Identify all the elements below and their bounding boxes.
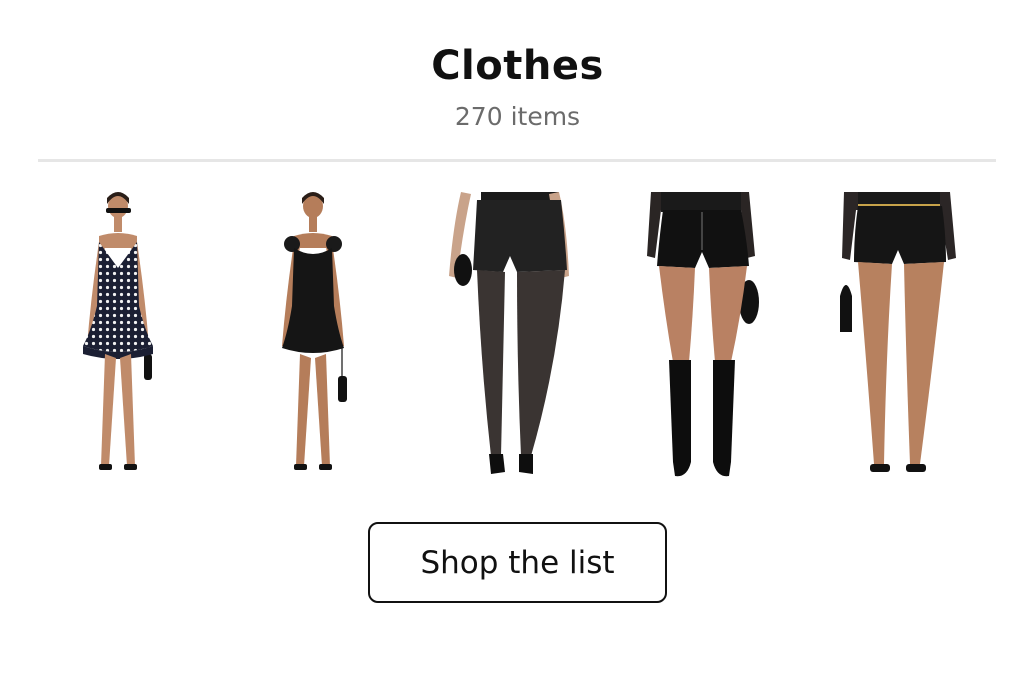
polka-dot-dress-product-image [83,192,153,470]
product-card-leather-shorts[interactable] [617,186,797,488]
list-title: Clothes [431,43,604,89]
product-card-micro-shorts[interactable] [810,186,990,488]
black-dress-product-image [282,192,347,470]
product-card-black-dress[interactable] [224,186,404,488]
micro-shorts-product-image [840,192,956,472]
product-row [0,186,1035,488]
shop-the-list-button[interactable]: Shop the list [368,522,667,603]
product-card-black-shorts[interactable] [419,186,599,488]
header-divider [38,159,996,162]
leather-shorts-product-image [647,192,759,477]
product-card-polka-dot-dress[interactable] [27,186,207,488]
black-shorts-product-image [449,192,569,474]
list-header: Clothes 270 items [0,40,1035,134]
item-count: 270 items [454,102,581,131]
